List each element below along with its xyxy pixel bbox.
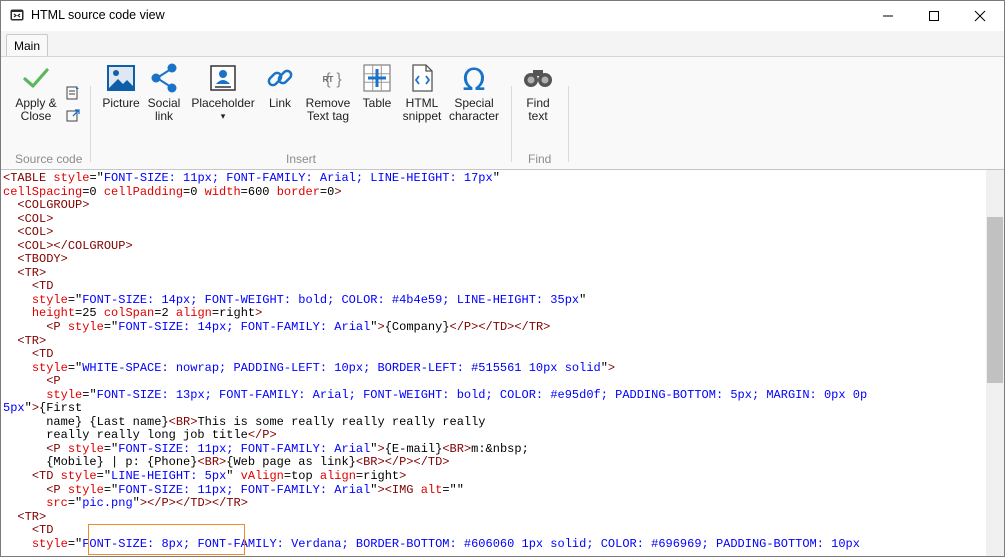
placeholder-icon	[210, 65, 236, 91]
special-character-button[interactable]: Ω Special character	[447, 57, 501, 123]
source-code-editor[interactable]: <TABLE style="FONT-SIZE: 11px; FONT-FAMI…	[1, 170, 986, 556]
placeholder-dropdown[interactable]: Placeholder ▾	[189, 57, 257, 123]
remove-text-tag-button[interactable]: { RT } Remove Text tag	[303, 57, 353, 123]
omega-icon: Ω	[463, 63, 486, 94]
apply-close-button[interactable]: Apply & Close	[9, 57, 63, 123]
share-icon	[151, 63, 177, 93]
close-button[interactable]	[957, 1, 1003, 31]
minimize-icon	[883, 15, 893, 17]
group-label-find: Find	[528, 152, 552, 166]
export-icon[interactable]	[65, 107, 81, 123]
svg-text:RT: RT	[323, 75, 334, 84]
html-snippet-button[interactable]: HTML snippet	[399, 57, 445, 123]
link-icon	[267, 69, 293, 87]
find-text-button[interactable]: Find text	[519, 57, 557, 123]
remove-tag-icon: { RT }	[323, 71, 343, 88]
close-icon	[974, 10, 986, 22]
window-title: HTML source code view	[31, 8, 165, 22]
table-icon	[363, 64, 391, 92]
tab-main[interactable]: Main	[6, 34, 48, 56]
social-link-button[interactable]: Social link	[143, 57, 185, 123]
chevron-down-icon: ▾	[220, 111, 226, 121]
group-label-source-code: Source code	[15, 152, 83, 166]
table-button[interactable]: Table	[359, 57, 395, 110]
title-bar: HTML source code view	[1, 1, 1004, 31]
import-icon[interactable]	[65, 85, 81, 101]
group-separator	[90, 86, 91, 162]
group-label-insert: Insert	[286, 152, 317, 166]
binoculars-icon	[524, 70, 552, 87]
source-code-text[interactable]: <TABLE style="FONT-SIZE: 11px; FONT-FAMI…	[3, 171, 867, 551]
group-separator	[568, 86, 569, 162]
picture-button[interactable]: Picture	[99, 57, 143, 110]
group-separator	[511, 86, 512, 162]
vertical-scrollbar[interactable]	[986, 170, 1004, 556]
svg-text:Ω: Ω	[463, 63, 486, 94]
ribbon: Apply & Close Source code Picture Social…	[1, 56, 1004, 170]
html-snippet-icon	[412, 64, 433, 92]
checkmark-icon	[23, 68, 49, 88]
link-button[interactable]: Link	[263, 57, 297, 110]
maximize-icon	[929, 11, 939, 21]
scrollbar-thumb[interactable]	[987, 217, 1003, 383]
picture-icon	[107, 65, 135, 91]
svg-text:}: }	[336, 71, 342, 88]
app-icon	[10, 9, 24, 21]
ribbon-tab-strip: Main	[1, 31, 1004, 56]
minimize-button[interactable]	[865, 1, 911, 31]
maximize-button[interactable]	[911, 1, 957, 31]
html-source-window: HTML source code view Main Apply & Close	[0, 0, 1005, 557]
